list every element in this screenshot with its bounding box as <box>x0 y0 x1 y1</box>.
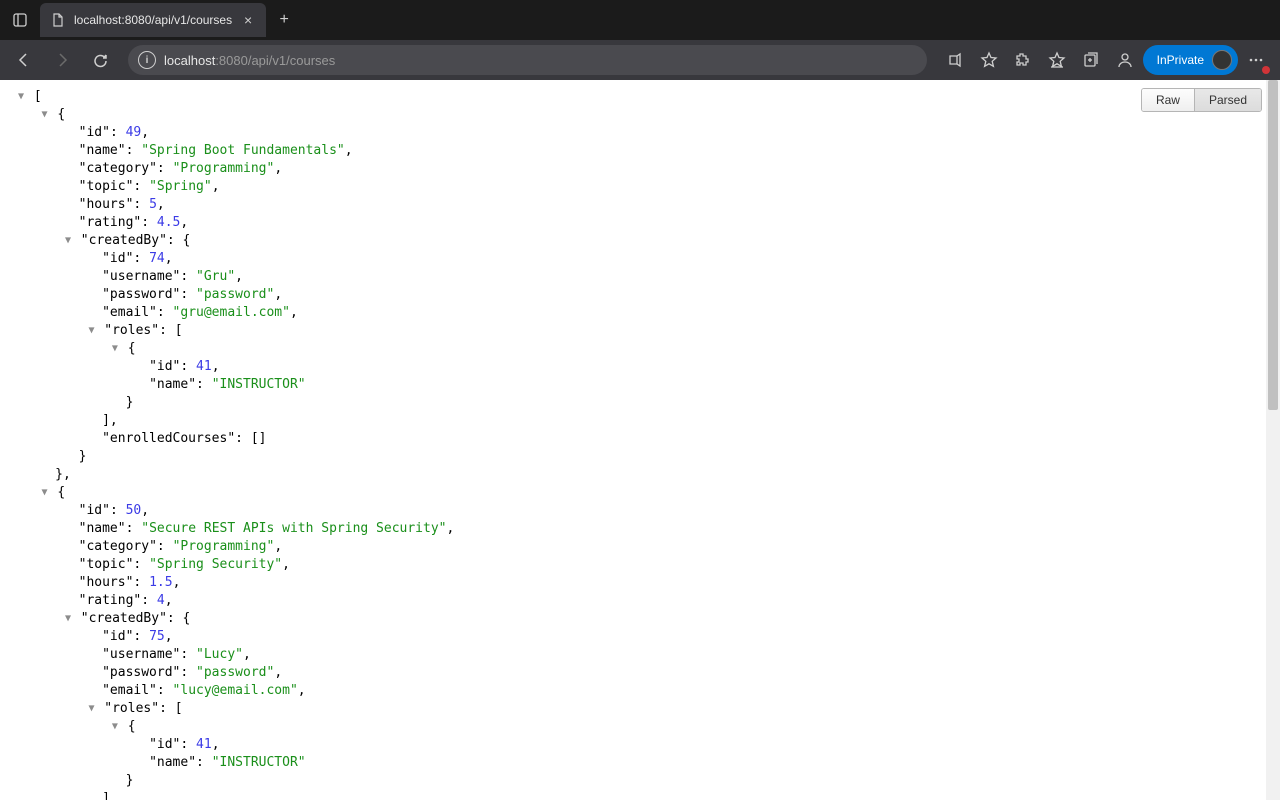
new-tab-button[interactable]: + <box>270 6 298 34</box>
inprivate-badge[interactable]: InPrivate <box>1143 45 1238 75</box>
url-text: localhost:8080/api/v1/courses <box>164 53 335 68</box>
collections-icon[interactable] <box>1075 44 1107 76</box>
more-icon[interactable] <box>1240 44 1272 76</box>
inprivate-label: InPrivate <box>1157 53 1204 67</box>
address-bar[interactable]: i localhost:8080/api/v1/courses <box>128 45 927 75</box>
tab-title: localhost:8080/api/v1/courses <box>74 13 232 27</box>
content-area: Raw Parsed ▼ [ ▼ { "id": 49, "name": "Sp… <box>0 80 1280 800</box>
profile-icon[interactable] <box>1109 44 1141 76</box>
page-icon <box>50 12 66 28</box>
browser-tab[interactable]: localhost:8080/api/v1/courses × <box>40 3 266 37</box>
site-info-icon[interactable]: i <box>138 51 156 69</box>
read-aloud-icon[interactable] <box>939 44 971 76</box>
json-viewer[interactable]: ▼ [ ▼ { "id": 49, "name": "Spring Boot F… <box>0 80 1280 800</box>
back-button[interactable] <box>8 44 40 76</box>
scrollbar[interactable] <box>1266 80 1280 800</box>
view-toggle: Raw Parsed <box>1141 88 1262 112</box>
tab-actions-icon[interactable] <box>6 6 34 34</box>
titlebar: localhost:8080/api/v1/courses × + <box>0 0 1280 40</box>
extensions-icon[interactable] <box>1007 44 1039 76</box>
refresh-button[interactable] <box>84 44 116 76</box>
raw-button[interactable]: Raw <box>1142 89 1194 111</box>
favorite-icon[interactable] <box>973 44 1005 76</box>
avatar <box>1212 50 1232 70</box>
toolbar: i localhost:8080/api/v1/courses InPrivat… <box>0 40 1280 80</box>
notification-badge <box>1262 66 1270 74</box>
close-icon[interactable]: × <box>240 12 256 28</box>
forward-button[interactable] <box>46 44 78 76</box>
scrollbar-thumb[interactable] <box>1268 80 1278 410</box>
parsed-button[interactable]: Parsed <box>1194 89 1261 111</box>
favorites-bar-icon[interactable] <box>1041 44 1073 76</box>
